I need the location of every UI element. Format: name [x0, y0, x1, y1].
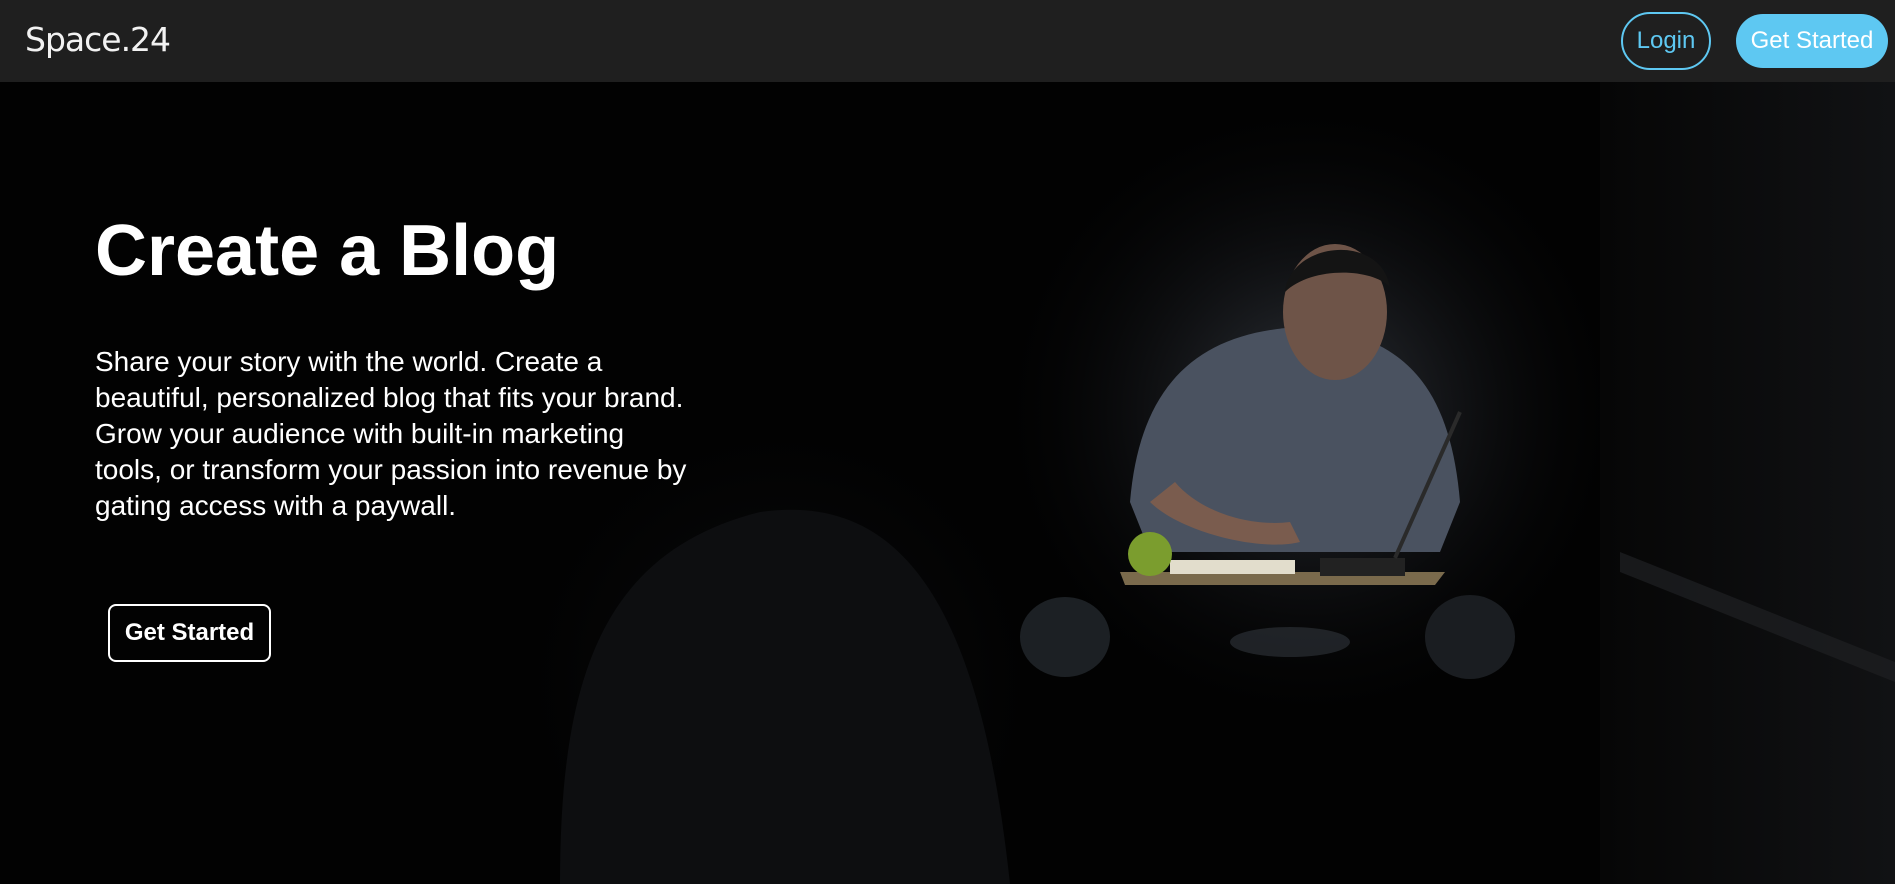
nav-get-started-button[interactable]: Get Started [1736, 14, 1888, 68]
hero-title: Create a Blog [95, 211, 560, 291]
login-button[interactable]: Login [1621, 12, 1711, 70]
hero-description: Share your story with the world. Create … [95, 346, 687, 521]
navbar: Space.24 Login Get Started [0, 0, 1895, 82]
hero-section: Create a Blog Share your story with the … [0, 82, 1895, 884]
brand-logo[interactable]: Space.24 [25, 20, 171, 59]
hero-get-started-button[interactable]: Get Started [108, 604, 271, 662]
